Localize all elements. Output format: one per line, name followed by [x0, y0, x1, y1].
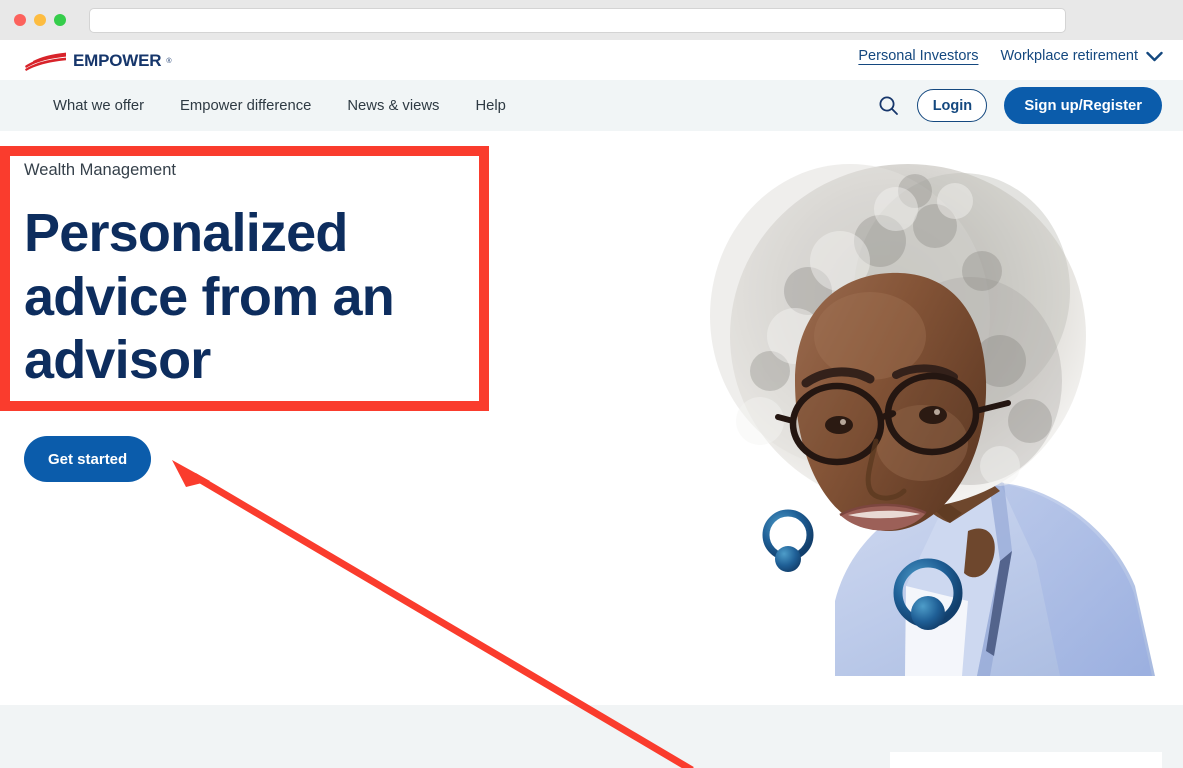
hero-section: Wealth Management Personalized advice fr…: [0, 131, 1183, 705]
main-navigation-bar: What we offer Empower difference News & …: [0, 80, 1183, 131]
utility-link-workplace-retirement[interactable]: Workplace retirement: [1000, 48, 1163, 64]
empower-wordmark: EMPOWER: [73, 51, 162, 70]
hero-eyebrow: Wealth Management: [24, 161, 176, 179]
nav-link-empower-difference[interactable]: Empower difference: [180, 98, 311, 114]
nav-link-what-we-offer[interactable]: What we offer: [53, 98, 144, 114]
login-button[interactable]: Login: [917, 89, 988, 122]
address-bar[interactable]: [89, 8, 1066, 33]
nav-link-news-and-views[interactable]: News & views: [347, 98, 439, 114]
window-controls[interactable]: [14, 14, 66, 26]
maximize-window-button[interactable]: [54, 14, 66, 26]
chevron-down-icon: [1146, 51, 1163, 61]
signup-register-button[interactable]: Sign up/Register: [1004, 87, 1162, 124]
utility-link-personal-investors[interactable]: Personal Investors: [858, 48, 978, 64]
main-nav-links: What we offer Empower difference News & …: [53, 80, 506, 131]
main-nav-actions: Login Sign up/Register: [876, 80, 1162, 131]
utility-link-workplace-retirement-label: Workplace retirement: [1000, 48, 1138, 64]
nav-link-help[interactable]: Help: [475, 98, 505, 114]
page-title: Personalized advice from an advisor: [24, 203, 395, 391]
earring-left-shape: [762, 509, 814, 572]
lower-section-card: [890, 752, 1162, 768]
browser-chrome: [0, 0, 1183, 40]
search-button[interactable]: [876, 94, 900, 118]
woman-portrait-illustration: [710, 164, 1155, 676]
utility-nav: Personal Investors Workplace retirement: [858, 48, 1163, 64]
registered-trademark-icon: ®: [166, 57, 172, 65]
empower-logo[interactable]: EMPOWER ®: [24, 50, 172, 72]
close-window-button[interactable]: [14, 14, 26, 26]
empower-flag-logo-icon: [25, 52, 66, 71]
hero-text-block: Wealth Management Personalized advice fr…: [24, 161, 474, 393]
get-started-button[interactable]: Get started: [24, 436, 152, 482]
search-icon: [879, 96, 898, 115]
hero-portrait-image: [700, 131, 1183, 676]
minimize-window-button[interactable]: [34, 14, 46, 26]
